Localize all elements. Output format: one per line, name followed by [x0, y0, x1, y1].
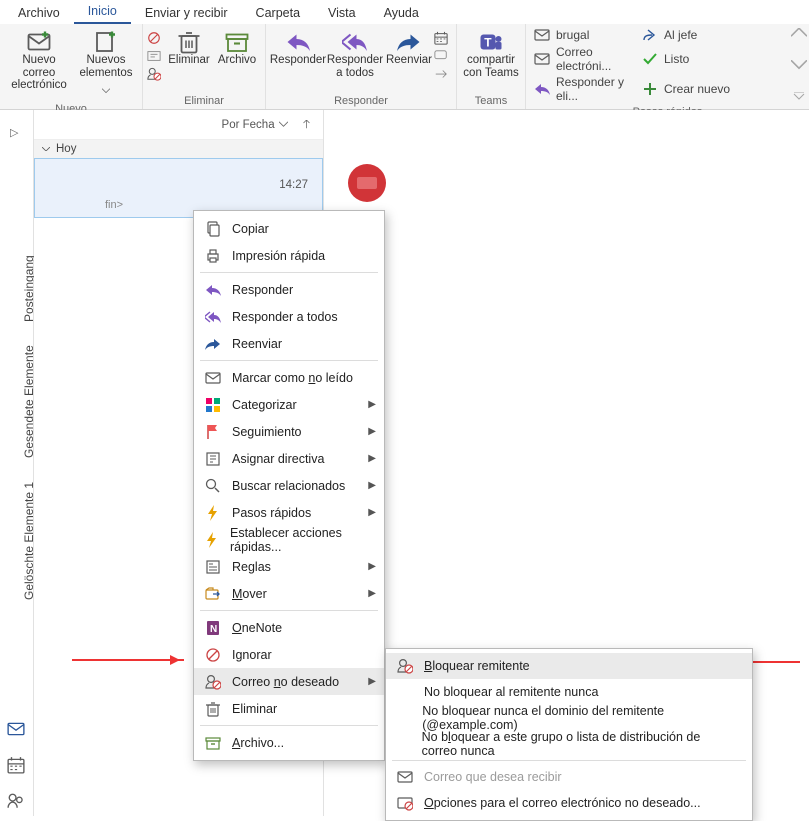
message-item[interactable]: 14:27 fin> — [34, 158, 323, 218]
annotation-arrow-left — [72, 659, 184, 660]
ctx-no-bloquear-a-este-grupo-o-lista-de-distribuci-n-de-correo-nunca[interactable]: No bloquear a este grupo o lista de dist… — [386, 731, 752, 757]
ctx-reenviar[interactable]: Reenviar — [194, 330, 384, 357]
new-items-label: Nuevoselementos — [79, 54, 132, 79]
new-items-button[interactable]: Nuevoselementos — [74, 28, 138, 103]
sender-avatar — [348, 164, 386, 202]
ribbon-group-teams: compartircon Teams Teams — [457, 24, 526, 109]
more-respond-icon[interactable] — [434, 66, 448, 82]
quickstep-correo-electr-ni-[interactable]: Correo electróni... — [530, 44, 638, 74]
menu-item-ayuda[interactable]: Ayuda — [370, 2, 433, 24]
ribbon-group-new: Nuevo correoelectrónico Nuevoselementos … — [0, 24, 143, 109]
quicksteps-gallery[interactable]: brugalAl jefeCorreo electróni...ListoRes… — [526, 24, 789, 106]
delete-small-col — [147, 28, 165, 82]
group-today-header[interactable]: Hoy — [34, 140, 323, 158]
ctx-marcar-como-no-le-do[interactable]: Marcar como no leído — [194, 364, 384, 391]
reply-all-label: Respondera todos — [327, 54, 383, 79]
quickstep-al-jefe[interactable]: Al jefe — [638, 26, 746, 44]
menu-bar: ArchivoInicioEnviar y recibirCarpetaVist… — [0, 0, 809, 24]
menu-item-vista[interactable]: Vista — [314, 2, 370, 24]
group-today-label: Hoy — [56, 143, 76, 155]
respond-small-col — [434, 28, 452, 82]
reply-all-button[interactable]: Respondera todos — [326, 28, 384, 79]
menu-item-inicio[interactable]: Inicio — [74, 0, 131, 24]
forward-button[interactable]: Reenviar — [384, 28, 434, 67]
nav-mail-icon[interactable] — [7, 720, 25, 738]
sort-header[interactable]: Por Fecha — [34, 110, 323, 140]
group-label-respond: Responder — [266, 95, 456, 109]
ctx-pasos-r-pidos[interactable]: Pasos rápidos▶ — [194, 499, 384, 526]
nav-calendar-icon[interactable] — [7, 756, 25, 774]
menu-item-enviar-y-recibir[interactable]: Enviar y recibir — [131, 2, 242, 24]
folder-rail: ▷ Posteingang Gesendete Elemente Gelösch… — [0, 110, 34, 816]
ribbon-group-respond: Responder Respondera todos Reenviar Resp… — [266, 24, 457, 109]
ctx-no-bloquear-al-remitente-nunca[interactable]: No bloquear al remitente nunca — [386, 679, 752, 705]
context-menu-junk: Bloquear remitenteNo bloquear al remiten… — [385, 648, 753, 821]
junk-sm-icon[interactable] — [147, 66, 161, 82]
ctx-correo-que-desea-recibir: Correo que desea recibir — [386, 764, 752, 790]
ctx-impresi-n-r-pida[interactable]: Impresión rápida — [194, 242, 384, 269]
forward-label: Reenviar — [386, 54, 432, 67]
ctx-onenote[interactable]: OneNote — [194, 614, 384, 641]
share-teams-label: compartircon Teams — [463, 54, 518, 79]
quickstep-listo[interactable]: Listo — [638, 44, 746, 74]
ctx-copiar[interactable]: Copiar — [194, 215, 384, 242]
group-label-delete: Eliminar — [143, 95, 265, 109]
delete-label: Eliminar — [168, 54, 210, 67]
message-subject-tail: fin> — [105, 199, 123, 211]
ctx-archivo[interactable]: Archivo... — [194, 729, 384, 756]
quickstep-responder-y-eli-[interactable]: Responder y eli... — [530, 74, 638, 104]
ctx-eliminar[interactable]: Eliminar — [194, 695, 384, 722]
delete-button[interactable]: Eliminar — [165, 28, 213, 67]
cleanup-icon[interactable] — [147, 48, 161, 64]
ctx-categorizar[interactable]: Categorizar▶ — [194, 391, 384, 418]
ctx-buscar-relacionados[interactable]: Buscar relacionados▶ — [194, 472, 384, 499]
ctx-responder-a-todos[interactable]: Responder a todos — [194, 303, 384, 330]
expand-folders-icon[interactable]: ▷ — [10, 126, 18, 139]
group-label-teams: Teams — [457, 95, 525, 109]
ctx-responder[interactable]: Responder — [194, 276, 384, 303]
ctx-correo-no-deseado[interactable]: Correo no deseado▶ — [194, 668, 384, 695]
sort-dir-icon[interactable] — [302, 120, 311, 129]
quicksteps-scroll[interactable] — [789, 24, 809, 106]
new-mail-label: Nuevo correoelectrónico — [6, 54, 72, 92]
ribbon-group-quicksteps: brugalAl jefeCorreo electróni...ListoRes… — [526, 24, 809, 109]
ribbon: Nuevo correoelectrónico Nuevoselementos … — [0, 24, 809, 110]
ctx-no-bloquear-nunca-el-dominio-del-remitente-example-com[interactable]: No bloquear nunca el dominio del remiten… — [386, 705, 752, 731]
ctx-ignorar[interactable]: Ignorar — [194, 641, 384, 668]
archive-button[interactable]: Archivo — [213, 28, 261, 67]
archive-label: Archivo — [218, 54, 256, 67]
ribbon-group-delete: Eliminar Archivo Eliminar — [143, 24, 266, 109]
ctx-establecer-acciones-r-pidas[interactable]: Establecer acciones rápidas... — [194, 526, 384, 553]
reply-label: Responder — [270, 54, 326, 67]
sort-label: Por Fecha — [222, 119, 275, 131]
new-mail-button[interactable]: Nuevo correoelectrónico — [4, 28, 74, 92]
ignore-icon[interactable] — [147, 30, 161, 46]
menu-item-carpeta[interactable]: Carpeta — [242, 2, 314, 24]
share-teams-button[interactable]: compartircon Teams — [461, 28, 521, 79]
chevron-down-icon — [279, 120, 288, 129]
nav-people-icon[interactable] — [7, 792, 25, 810]
ctx-reglas[interactable]: Reglas▶ — [194, 553, 384, 580]
menu-item-archivo[interactable]: Archivo — [4, 2, 74, 24]
quickstep-brugal[interactable]: brugal — [530, 26, 638, 44]
chevron-down-icon — [42, 147, 50, 152]
context-menu-main: CopiarImpresión rápida ResponderResponder… — [193, 210, 385, 761]
quickstep-crear-nuevo[interactable]: Crear nuevo — [638, 74, 746, 104]
im-icon[interactable] — [434, 48, 448, 64]
ctx-bloquear-remitente[interactable]: Bloquear remitente — [386, 653, 752, 679]
ctx-mover[interactable]: Mover▶ — [194, 580, 384, 607]
message-time: 14:27 — [279, 179, 308, 191]
meeting-icon[interactable] — [434, 30, 448, 46]
ctx-seguimiento[interactable]: Seguimiento▶ — [194, 418, 384, 445]
ctx-opciones-para-el-correo-electr-nico-no-deseado[interactable]: Opciones para el correo electrónico no d… — [386, 790, 752, 816]
reply-button[interactable]: Responder — [270, 28, 326, 67]
ctx-asignar-directiva[interactable]: Asignar directiva▶ — [194, 445, 384, 472]
